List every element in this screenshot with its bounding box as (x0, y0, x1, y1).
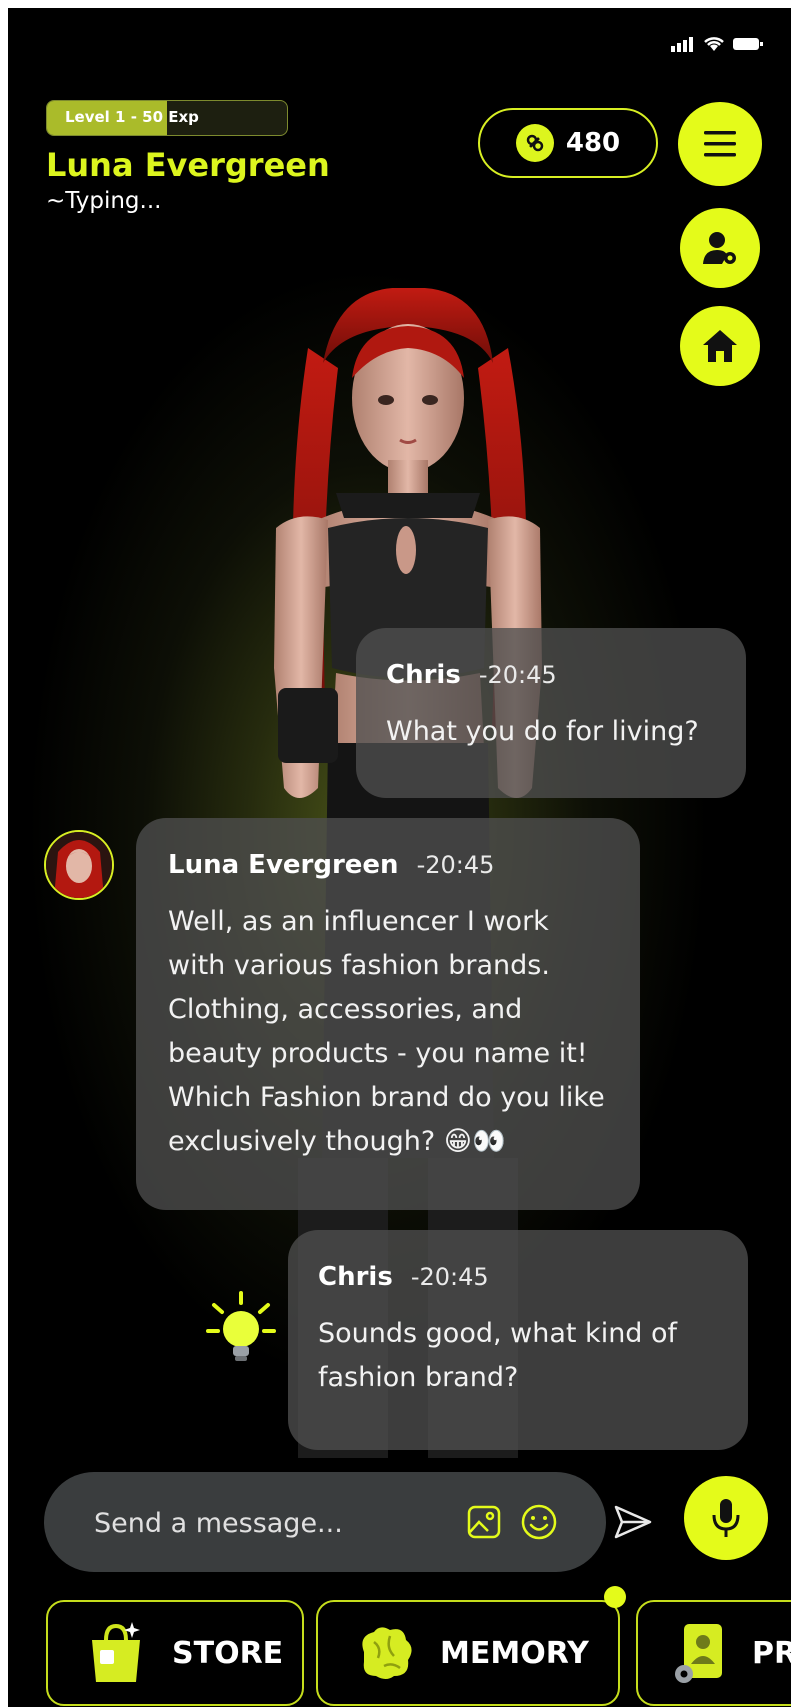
message-sender: Chris (318, 1262, 393, 1292)
menu-button[interactable] (678, 102, 762, 186)
luna-avatar[interactable] (44, 830, 114, 900)
message-text: What you do for living? (386, 716, 699, 747)
voice-record-button[interactable] (684, 1476, 768, 1560)
message-sender: Luna Evergreen (168, 850, 399, 880)
tab-store[interactable]: STORE (46, 1600, 304, 1706)
profile-settings-button[interactable] (680, 208, 760, 288)
message-text: Well, as an influencer I work with vario… (168, 906, 605, 1157)
brain-icon (362, 1627, 412, 1679)
user-gear-icon (703, 232, 736, 264)
home-button[interactable] (680, 306, 760, 386)
chat-screen: Level 1 - 50 Exp Luna Evergreen ~Typing.… (8, 8, 791, 1707)
message-bubble-luna: Luna Evergreen -20:45 Well, as an influen… (136, 818, 640, 1210)
coin-icon (515, 124, 554, 162)
tab-label: MEMORY (440, 1635, 589, 1671)
typing-status: ~Typing... (46, 188, 162, 214)
message-time: -20:45 (478, 661, 557, 689)
status-bar (671, 36, 763, 52)
level-progress-bar: Level 1 - 50 Exp (46, 100, 288, 136)
battery-icon (733, 38, 763, 50)
microphone-icon (712, 1499, 740, 1537)
message-text: Sounds good, what kind of fashion brand? (318, 1318, 678, 1393)
message-time: -20:45 (410, 1263, 489, 1291)
signal-icon (671, 37, 693, 52)
home-icon (703, 330, 737, 362)
notification-dot (604, 1586, 626, 1608)
message-sender: Chris (386, 660, 461, 690)
coin-value: 480 (565, 128, 621, 158)
emoji-icon[interactable] (520, 1503, 558, 1541)
message-time: -20:45 (416, 851, 495, 879)
image-attach-icon[interactable] (466, 1504, 502, 1540)
wifi-icon (704, 37, 724, 51)
coin-balance[interactable]: 480 (478, 108, 658, 178)
tab-label: PR (752, 1635, 791, 1671)
tab-memory[interactable]: MEMORY (316, 1600, 620, 1706)
profile-card-icon (675, 1624, 722, 1683)
tab-profile[interactable]: PR (636, 1600, 791, 1706)
send-icon[interactable] (613, 1504, 653, 1540)
message-input[interactable] (92, 1500, 426, 1546)
message-composer (44, 1472, 606, 1572)
lightbulb-icon[interactable] (206, 1291, 276, 1367)
shopping-bag-icon (92, 1622, 140, 1682)
hamburger-icon (704, 131, 736, 157)
message-bubble-chris-1: Chris -20:45 What you do for living? (356, 628, 746, 798)
tab-label: STORE (172, 1635, 284, 1671)
character-name: Luna Evergreen (46, 146, 330, 184)
level-label: Level 1 - 50 Exp (65, 108, 199, 126)
message-bubble-chris-2: Chris -20:45 Sounds good, what kind of fa… (288, 1230, 748, 1450)
